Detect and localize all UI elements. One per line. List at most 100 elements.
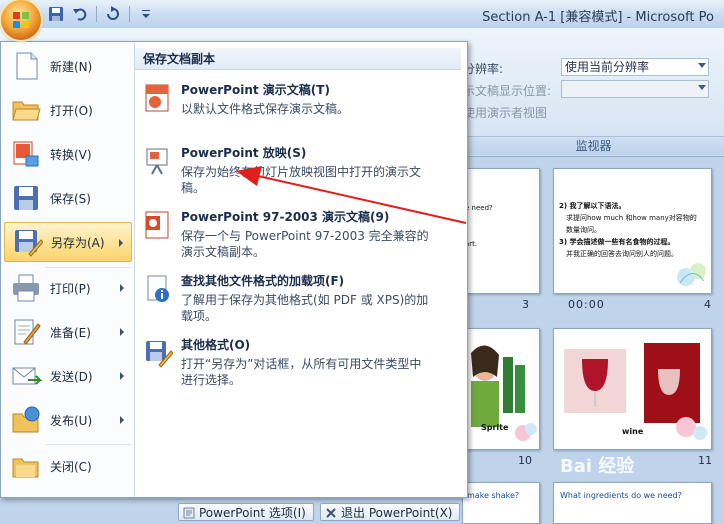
ppt97-icon [145, 211, 169, 239]
chevron-right-icon [120, 416, 124, 424]
menu-item-label: 另存为(A) [51, 235, 105, 250]
toolbar-separator [129, 6, 130, 22]
slide-text: 2) 我了解以下语法。 [559, 202, 626, 210]
close-icon [326, 508, 336, 518]
menu-item-label: 准备(E) [50, 325, 91, 340]
button-label: 退出 PowerPoint(X) [341, 506, 453, 520]
slide-thumbnail-10[interactable]: Sprite [462, 328, 540, 450]
option-description: 保存一个与 PowerPoint 97-2003 完全兼容的演示文稿副本。 [181, 229, 429, 259]
slide-thumbnail-12[interactable]: make shake? [462, 482, 540, 524]
save-as-show-option[interactable]: PowerPoint 放映(S) 保存为始终在幻灯片放映视图中打开的演示文稿。 [141, 144, 463, 204]
menu-item-prepare[interactable]: 准备(E) [4, 312, 132, 352]
other-formats-option[interactable]: 其他格式(O) 打开“另存为”对话框，从所有可用文件类型中进行选择。 [141, 336, 463, 394]
close-folder-icon [12, 458, 39, 478]
printer-icon [13, 274, 39, 302]
resolution-select[interactable]: 使用当前分辨率 [561, 58, 709, 76]
customize-icon[interactable] [136, 4, 156, 24]
slide-thumbnail-11[interactable]: wine [553, 328, 712, 450]
option-description: 以默认文件格式保存演示文稿。 [181, 102, 350, 116]
option-description: 了解用于保存为其他格式(如 PDF 或 XPS)的加载项。 [181, 293, 429, 323]
option-title: PowerPoint 97-2003 演示文稿(9) [181, 210, 390, 224]
undo-icon[interactable] [70, 4, 90, 24]
menu-item-label: 打开(O) [50, 103, 93, 118]
slide-thumbnail-3[interactable]: e need? art. [462, 168, 540, 294]
new-doc-icon [16, 52, 38, 80]
show-on-label: 示文稿显示位置: [463, 84, 552, 98]
slide-thumbnail-13[interactable]: What ingredients do we need? [553, 482, 712, 524]
chevron-down-icon [698, 85, 706, 90]
slide-title: What ingredients do we need? [560, 491, 682, 500]
menu-item-label: 关闭(C) [50, 459, 92, 474]
save-as-icon [15, 230, 43, 257]
menu-item-publish[interactable]: 发布(U) [4, 400, 132, 440]
slide-text: e need? [465, 204, 493, 212]
find-addins-option[interactable]: 查找其他文件格式的加载项(F) 了解用于保存为其他格式(如 PDF 或 XPS)… [141, 272, 463, 330]
resolution-value: 使用当前分辨率 [565, 60, 650, 74]
menu-item-label: 发送(D) [50, 369, 93, 384]
option-title: 其他格式(O) [181, 338, 251, 352]
chevron-down-icon [698, 63, 706, 68]
resolution-label: 分辨率: [463, 62, 504, 76]
option-title: PowerPoint 演示文稿(T) [181, 83, 330, 97]
menu-item-close[interactable]: 关闭(C) [4, 446, 132, 486]
slide-number: 3 [522, 298, 529, 311]
option-description: 打开“另存为”对话框，从所有可用文件类型中进行选择。 [181, 357, 422, 387]
save-as-pptx-option[interactable]: PowerPoint 演示文稿(T) 以默认文件格式保存演示文稿。 [141, 81, 463, 137]
save-icon[interactable] [46, 4, 66, 24]
office-logo-icon [13, 12, 29, 28]
show-on-select[interactable] [561, 80, 709, 98]
slide-caption: wine [622, 427, 644, 436]
slide-text: 求提问how much 和how many对容物的 [566, 214, 697, 222]
presenter-view-label[interactable]: 使用演示者视图 [463, 104, 547, 121]
pptx-icon [145, 84, 169, 112]
menu-item-label: 转换(V) [50, 147, 92, 162]
group-label: 监视器 [463, 136, 724, 155]
powerpoint-options-button[interactable]: PowerPoint 选项(I) [178, 503, 314, 521]
options-icon [183, 507, 195, 519]
option-description: 保存为始终在幻灯片放映视图中打开的演示文稿。 [181, 165, 422, 195]
button-label: PowerPoint 选项(I) [199, 506, 306, 520]
slide-number: 10 [518, 454, 532, 467]
menu-item-label: 新建(N) [50, 59, 93, 74]
menu-item-send[interactable]: 发送(D) [4, 356, 132, 396]
send-icon [12, 367, 42, 385]
menu-item-save-as[interactable]: 另存为(A) [4, 222, 132, 262]
menu-item-open[interactable]: 打开(O) [4, 90, 132, 130]
info-icon [147, 275, 169, 302]
menu-item-print[interactable]: 打印(P) [4, 268, 132, 308]
watermark: Bai 经验 [560, 456, 635, 477]
menu-item-label: 保存(S) [50, 191, 91, 206]
prepare-icon [14, 319, 41, 345]
menu-item-convert[interactable]: 转换(V) [4, 134, 132, 174]
chevron-right-icon [120, 284, 124, 292]
slide-timing: 00:00 [568, 298, 605, 311]
flower-decoration [677, 263, 706, 286]
option-title: 查找其他文件格式的加载项(F) [181, 274, 345, 288]
quick-access-toolbar [46, 4, 156, 24]
office-menu-commands: 新建(N) 打开(O) 转换(V) 保存(S) 另存为(A) 打印(P) 准备(… [1, 42, 135, 497]
publish-icon [12, 406, 40, 433]
office-menu: 新建(N) 打开(O) 转换(V) 保存(S) 另存为(A) 打印(P) 准备(… [0, 41, 468, 498]
menu-item-save[interactable]: 保存(S) [4, 178, 132, 218]
chevron-right-icon [120, 328, 124, 336]
submenu-title: 保存文档副本 [135, 48, 461, 70]
slide-thumbnail-4[interactable]: 2) 我了解以下语法。 求提问how much 和how many对容物的 数量… [553, 168, 712, 294]
slide-text: 数量询问。 [566, 226, 601, 234]
toolbar-separator [96, 6, 97, 22]
save-disk-icon [14, 186, 38, 210]
menu-item-label: 打印(P) [50, 281, 91, 296]
menu-item-new[interactable]: 新建(N) [4, 46, 132, 86]
save-as-ppt97-option[interactable]: PowerPoint 97-2003 演示文稿(9) 保存一个与 PowerPo… [141, 208, 463, 268]
exit-powerpoint-button[interactable]: 退出 PowerPoint(X) [320, 503, 460, 521]
slide-number: 11 [698, 454, 712, 467]
slide-title: make shake? [467, 491, 520, 500]
chevron-right-icon [119, 239, 123, 247]
title-bar: Section A-1 [兼容模式] - Microsoft Po [0, 0, 724, 29]
open-folder-icon [12, 101, 41, 121]
office-button[interactable] [1, 0, 41, 40]
slide-number: 4 [704, 298, 711, 311]
menu-separator [45, 444, 131, 445]
slide-caption: Sprite [481, 423, 509, 432]
slideshow-icon [146, 148, 168, 175]
redo-icon[interactable] [103, 4, 123, 24]
